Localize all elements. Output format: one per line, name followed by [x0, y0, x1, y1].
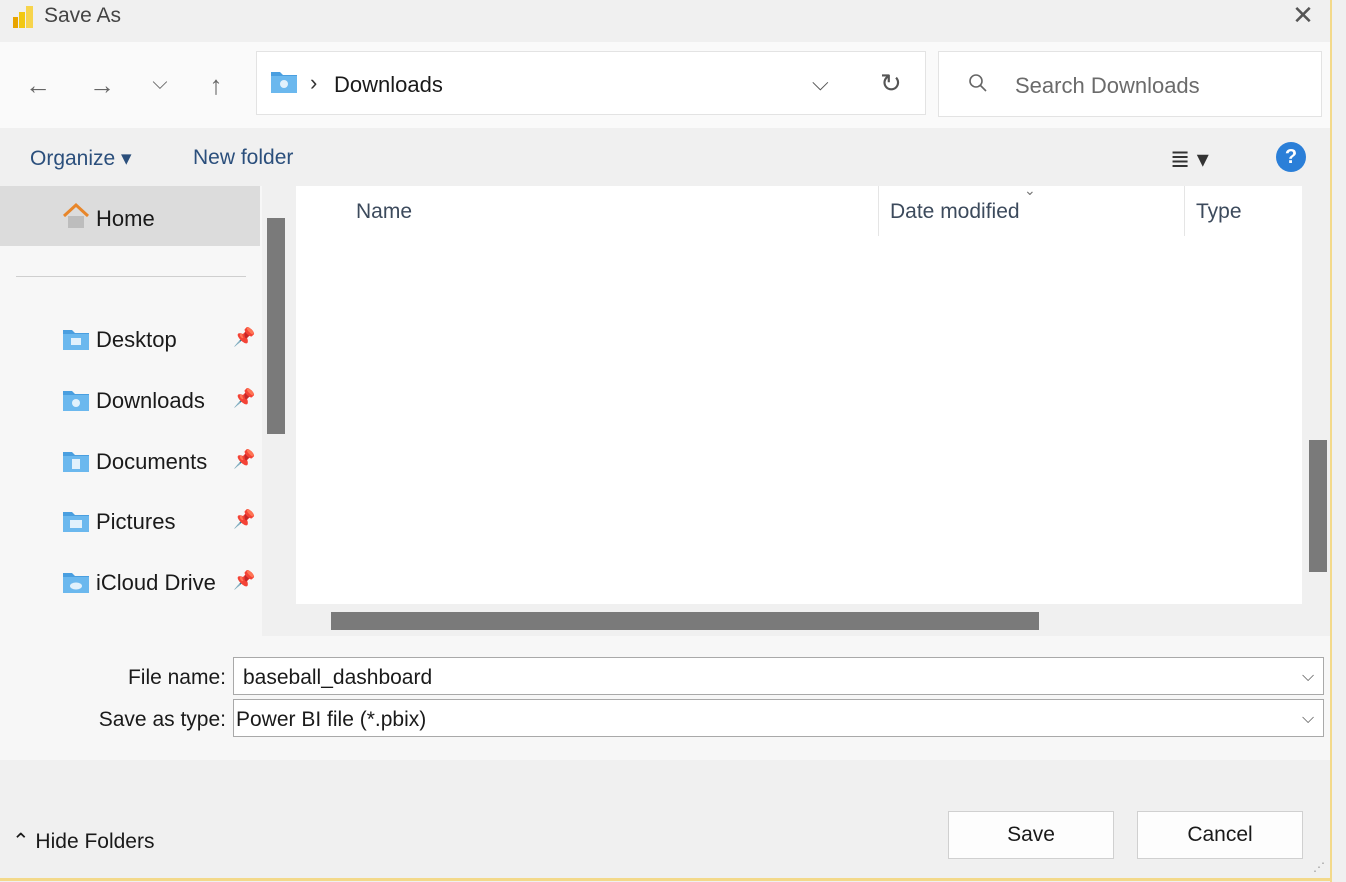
downloads-folder-icon	[271, 72, 297, 93]
pin-icon[interactable]: 📌	[233, 570, 255, 591]
column-header-name[interactable]: Name	[356, 200, 412, 224]
save-button[interactable]: Save	[948, 811, 1114, 859]
pin-icon[interactable]: 📌	[233, 327, 255, 348]
address-dropdown-chevron-icon[interactable]: ⌵	[812, 70, 829, 96]
pictures-folder-icon	[63, 512, 89, 532]
title-bar	[0, 0, 1330, 40]
dialog-footer	[0, 760, 1330, 878]
sidebar-item-label: Pictures	[96, 509, 176, 534]
desktop-folder-icon	[63, 330, 89, 350]
dialog-title: Save As	[44, 4, 122, 27]
save-form	[0, 636, 1330, 760]
save-as-type-dropdown-chevron-icon[interactable]: ⌵	[1302, 710, 1314, 728]
file-name-label: File name:	[127, 666, 226, 689]
file-name-value[interactable]: baseball_dashboard	[243, 666, 432, 690]
documents-folder-icon	[63, 452, 89, 472]
horizontal-scrollbar-thumb[interactable]	[331, 612, 1039, 630]
file-list[interactable]	[296, 186, 1302, 604]
downloads-folder-icon	[63, 391, 89, 411]
sidebar-item-label: Desktop	[96, 327, 177, 352]
window-border	[1330, 0, 1332, 882]
view-options-icon[interactable]: ≣ ▾	[1170, 145, 1209, 174]
column-divider[interactable]	[1184, 186, 1185, 236]
pin-icon[interactable]: 📌	[233, 509, 255, 530]
cancel-button[interactable]: Cancel	[1137, 811, 1303, 859]
sidebar-item-label: iCloud Drive	[96, 570, 216, 595]
column-divider[interactable]	[878, 186, 879, 236]
search-input[interactable]: Search Downloads	[1015, 73, 1200, 99]
icloud-folder-icon	[63, 573, 89, 593]
column-header-date-modified[interactable]: Date modified	[890, 200, 1020, 224]
search-icon	[969, 74, 987, 92]
new-folder-button[interactable]: New folder	[193, 146, 293, 170]
pin-icon[interactable]: 📌	[233, 449, 255, 470]
sort-indicator-icon: ⌄	[1024, 182, 1036, 198]
file-name-dropdown-chevron-icon[interactable]: ⌵	[1302, 668, 1314, 686]
breadcrumb-separator: ›	[310, 70, 318, 95]
power-bi-icon	[13, 6, 33, 28]
column-header-type[interactable]: Type	[1196, 200, 1242, 224]
sidebar-divider	[16, 276, 246, 277]
save-as-type-label: Save as type:	[98, 708, 226, 731]
organize-button[interactable]: Organize ▾	[30, 146, 132, 171]
sidebar-item-label: Home	[96, 206, 155, 231]
close-icon[interactable]: ✕	[1290, 2, 1316, 28]
breadcrumb-downloads[interactable]: Downloads	[334, 72, 443, 98]
resize-grip-icon[interactable]: ⋰	[1313, 860, 1325, 874]
forward-arrow-icon[interactable]: →	[88, 72, 116, 98]
sidebar-item-label: Documents	[96, 449, 208, 474]
save-as-type-value[interactable]: Power BI file (*.pbix)	[236, 708, 426, 732]
window-border	[0, 878, 1332, 881]
pin-icon[interactable]: 📌	[233, 388, 255, 409]
recent-locations-chevron-icon[interactable]: ⌵	[148, 70, 172, 96]
up-arrow-icon[interactable]: ↑	[202, 72, 230, 98]
sidebar-item-label: Downloads	[96, 388, 205, 413]
back-arrow-icon[interactable]: ←	[24, 72, 52, 98]
sidebar-scrollbar-thumb[interactable]	[267, 218, 285, 434]
vertical-scrollbar-thumb[interactable]	[1309, 440, 1327, 572]
home-icon	[62, 202, 90, 228]
help-icon[interactable]: ?	[1276, 142, 1306, 172]
refresh-icon[interactable]: ↻	[880, 68, 902, 99]
hide-folders-button[interactable]: ⌃ Hide Folders	[12, 829, 154, 854]
